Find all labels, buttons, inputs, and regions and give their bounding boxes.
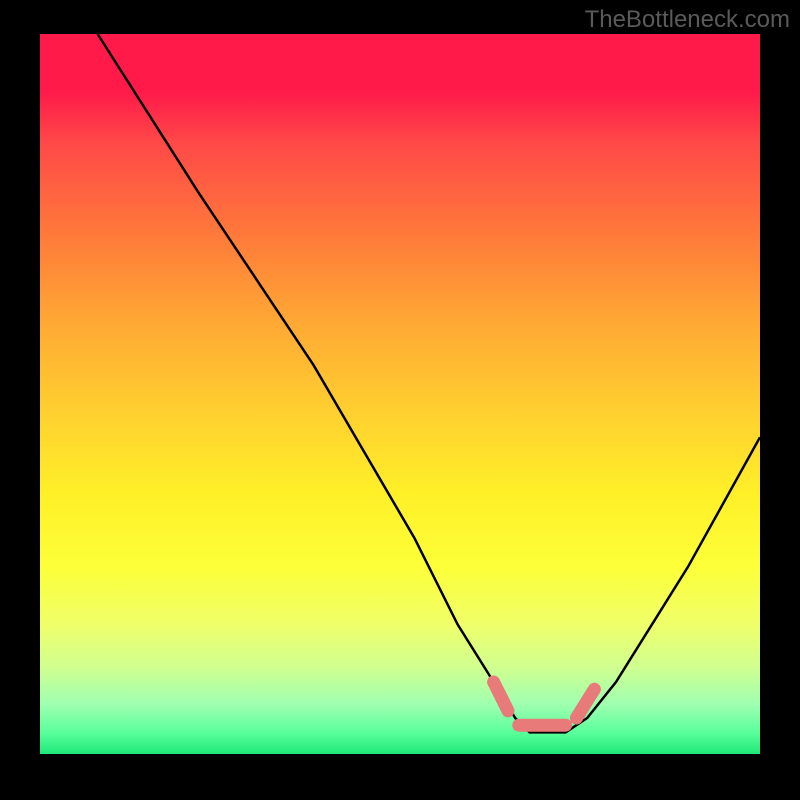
highlight-segment-left [494, 682, 508, 711]
chart-curve-group [98, 34, 760, 732]
chart-area [40, 34, 760, 754]
watermark-text: TheBottleneck.com [585, 6, 790, 34]
chart-svg [40, 34, 760, 754]
bottleneck-curve [98, 34, 760, 732]
